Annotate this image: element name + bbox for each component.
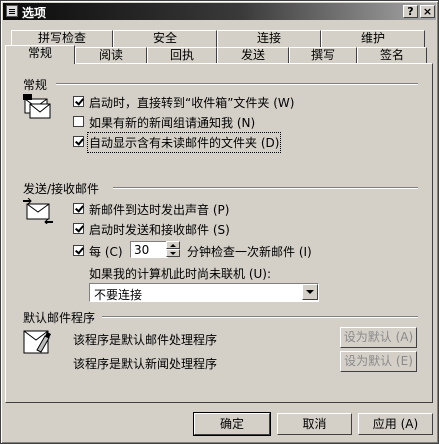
option-goto-inbox-checkbox[interactable] [73,96,84,107]
check-interval-spinner[interactable] [166,241,180,257]
window-icon [6,5,18,17]
option-check-every-label[interactable]: 每 (C) [89,243,123,260]
check-interval-input[interactable]: 30 [130,241,168,258]
default-news-text: 该程序是默认新闻处理程序 [73,357,218,371]
tab-receipts[interactable]: 回执 [147,47,217,64]
general-divider [56,83,418,85]
default-mail-text: 该程序是默认邮件处理程序 [73,333,218,347]
mail-program-icon [23,330,51,354]
offline-dropdown-value: 不要连接 [94,288,143,302]
offline-dropdown[interactable]: 不要连接 [89,283,319,302]
option-notify-newsgroups-checkbox[interactable] [73,116,84,127]
send-receive-heading: 发送/接收邮件 [23,182,100,196]
close-button[interactable]: × [420,5,435,18]
tab-compose[interactable]: 撰写 [289,47,357,64]
tab-read[interactable]: 阅读 [75,47,147,64]
help-button[interactable]: ? [403,5,418,18]
send-receive-divider [113,187,418,189]
check-interval-suffix: 分钟检查一次新邮件 (I) [187,245,312,259]
set-default-news-button[interactable]: 设为默认 (E) [340,351,417,372]
default-program-heading: 默认邮件程序 [23,311,96,325]
tab-send[interactable]: 发送 [217,47,289,64]
tab-signatures[interactable]: 签名 [357,47,427,64]
spin-up-icon[interactable] [166,241,180,249]
send-receive-mail-icon [23,198,53,224]
offline-label: 如果我的计算机此时尚未联机 (U): [89,267,272,281]
window-title: 选项 [22,6,47,20]
default-program-divider [102,316,418,318]
envelope-stack-icon [23,94,51,119]
tab-security[interactable]: 安全 [113,30,217,47]
tab-panel: 常规 启动时，直接转到“收件箱”文件夹 (W) 如果有新的新闻组请通知我 (N)… [5,63,433,403]
option-sound-new-mail-checkbox[interactable] [73,203,84,214]
option-send-receive-startup-label[interactable]: 启动时发送和接收邮件 (S) [89,221,230,238]
general-heading: 常规 [23,78,48,92]
tab-connection[interactable]: 连接 [217,30,321,47]
chevron-down-icon[interactable] [302,284,318,300]
apply-button[interactable]: 应用 (A) [358,413,433,435]
tab-general[interactable]: 常规 [5,45,75,64]
option-goto-inbox-label[interactable]: 启动时，直接转到“收件箱”文件夹 (W) [89,94,294,111]
options-dialog: 选项 ? × 拼写检查 安全 连接 维护 常规 阅读 回执 发送 撰写 签名 常… [0,0,439,444]
option-check-every-checkbox[interactable] [73,245,84,256]
tab-maintenance[interactable]: 维护 [321,30,425,47]
option-notify-newsgroups-label[interactable]: 如果有新的新闻组请通知我 (N) [89,114,255,131]
title-bar[interactable]: 选项 [3,3,436,20]
ok-button[interactable]: 确定 [193,412,271,436]
option-show-unread-folders-label[interactable]: 自动显示含有未读邮件的文件夹 (D) [86,132,282,153]
option-show-unread-folders-checkbox[interactable] [73,136,84,147]
set-default-mail-button[interactable]: 设为默认 (A) [340,327,417,348]
spin-down-icon[interactable] [166,249,180,257]
cancel-button[interactable]: 取消 [277,413,352,435]
option-send-receive-startup-checkbox[interactable] [73,223,84,234]
option-sound-new-mail-label[interactable]: 新邮件到达时发出声音 (P) [89,201,229,218]
